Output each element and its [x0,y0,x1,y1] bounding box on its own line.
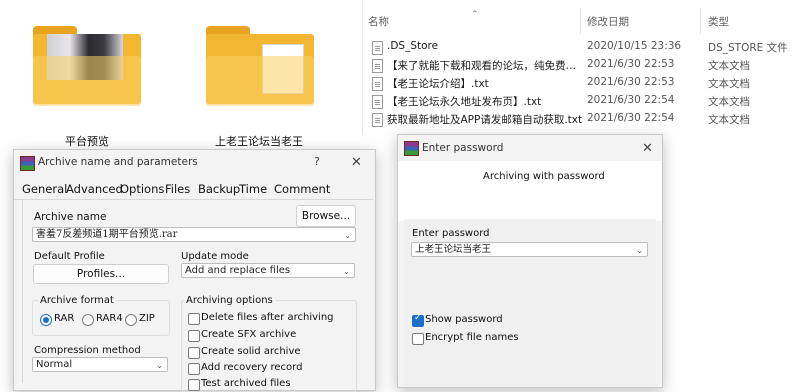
winrar-icon [20,156,35,171]
create-solid-label[interactable]: Create solid archive [201,346,301,357]
profiles-button[interactable]: Profiles... [33,264,169,284]
default-profile-label: Default Profile [34,251,105,262]
file-date: 2020/10/15 23:36 [587,40,682,52]
update-mode-select[interactable]: Add and replace files ⌄ [181,263,355,278]
recovery-record-checkbox[interactable] [188,363,200,375]
archive-name-combo[interactable]: 害羞7反差频道1期平台预览.rar ⌄ [32,227,356,242]
chevron-down-icon: ⌄ [344,231,351,240]
file-type: 文本文档 [708,78,750,90]
enter-password-label: Enter password [412,228,490,239]
show-password-label[interactable]: Show password [425,314,503,325]
browse-button[interactable]: Browse... [296,205,356,227]
dialog-title: Archive name and parameters [38,156,198,168]
show-password-checkbox[interactable] [412,313,424,327]
file-date: 2021/6/30 22:53 [587,58,675,70]
archive-name-value: 害羞7反差频道1期平台预览.rar [36,229,178,240]
delete-files-label[interactable]: Delete files after archiving [201,312,334,323]
file-type: DS_STORE 文件 [708,42,788,54]
chevron-down-icon: ⌄ [636,246,643,255]
details-view: 名称 ⌃ 修改日期 类型 .DS_Store 2020/10/15 23:36 … [363,0,800,135]
winrar-icon [404,141,419,156]
column-divider[interactable] [580,8,581,34]
chevron-down-icon: ⌄ [156,361,163,370]
file-date: 2021/6/30 22:54 [587,112,675,124]
folder-icon[interactable] [206,26,314,106]
close-icon[interactable]: ✕ [642,141,653,156]
file-type: 文本文档 [708,96,750,108]
panel-border [22,199,23,383]
dialog-titlebar[interactable]: Enter password ✕ [398,135,662,161]
folder-label[interactable]: 平台预览 [17,133,157,149]
update-mode-label: Update mode [181,251,249,262]
file-name: .DS_Store [387,40,439,52]
format-zip-radio[interactable] [125,314,137,326]
compression-method-select[interactable]: Normal ⌄ [32,357,168,372]
format-zip-label[interactable]: ZIP [139,313,155,324]
format-rar-radio[interactable] [40,314,52,326]
file-name: 【老王论坛介绍】.txt [387,78,489,90]
format-rar4-radio[interactable] [82,314,94,326]
create-sfx-checkbox[interactable] [188,330,200,342]
icon-view-panel: 平台预览 上老王论坛当老王 [0,0,362,150]
chevron-down-icon: ⌄ [343,267,350,276]
file-icon [372,41,383,55]
tab-options[interactable]: Options [120,182,164,196]
tab-divider [14,199,373,200]
create-sfx-label[interactable]: Create SFX archive [201,329,296,340]
file-name: 【老王论坛永久地址发布页】.txt [387,96,542,108]
folder-icon[interactable] [33,26,141,106]
column-header-type[interactable]: 类型 [708,14,729,29]
column-header-date[interactable]: 修改日期 [587,14,629,29]
delete-files-checkbox[interactable] [188,313,200,325]
tab-advanced[interactable]: Advanced [66,182,123,196]
folder-label[interactable]: 上老王论坛当老王 [189,133,329,149]
file-row[interactable]: 获取最新地址及APP请发邮箱自动获取.txt 2021/6/30 22:54 文… [363,111,800,129]
file-row[interactable]: 【老王论坛介绍】.txt 2021/6/30 22:53 文本文档 [363,75,800,93]
file-type: 文本文档 [708,60,750,72]
test-files-checkbox[interactable] [188,379,200,391]
text-file-icon [372,95,383,109]
help-icon[interactable]: ? [314,155,320,168]
password-dialog: Enter password ✕ Archiving with password… [397,134,663,388]
tab-comment[interactable]: Comment [274,182,330,196]
tab-files[interactable]: Files [165,182,190,196]
archiving-with-password-heading: Archiving with password [483,171,605,182]
archiving-options-label: Archiving options [184,295,275,306]
file-date: 2021/6/30 22:53 [587,76,675,88]
encrypt-file-names-label[interactable]: Encrypt file names [425,332,519,343]
archive-name-label: Archive name [34,211,107,223]
text-file-icon [372,59,383,73]
file-name: 获取最新地址及APP请发邮箱自动获取.txt [387,114,583,126]
file-date: 2021/6/30 22:54 [587,94,675,106]
text-file-icon [372,113,383,127]
file-row[interactable]: .DS_Store 2020/10/15 23:36 DS_STORE 文件 [363,39,800,57]
create-solid-checkbox[interactable] [188,347,200,359]
tab-general[interactable]: General [22,182,67,196]
close-icon[interactable]: ✕ [351,155,362,170]
tab-backup[interactable]: Backup [198,182,240,196]
archive-format-label: Archive format [38,295,116,306]
format-rar-label[interactable]: RAR [54,313,74,324]
dialog-title: Enter password [422,142,504,154]
password-value: 上老王论坛当老王 [415,244,492,255]
compression-method-label: Compression method [34,345,141,356]
update-mode-value: Add and replace files [185,265,291,276]
text-file-icon [372,77,383,91]
sort-up-icon: ⌃ [471,10,479,20]
file-name: 【来了就能下载和观看的论坛，纯免费！… [387,60,583,72]
compression-method-value: Normal [36,359,73,370]
test-files-label[interactable]: Test archived files [201,378,291,389]
encrypt-file-names-checkbox[interactable] [412,333,424,345]
column-header-name[interactable]: 名称 [368,14,389,29]
column-divider[interactable] [700,8,701,34]
file-row[interactable]: 【来了就能下载和观看的论坛，纯免费！… 2021/6/30 22:53 文本文档 [363,57,800,75]
recovery-record-label[interactable]: Add recovery record [201,362,302,373]
dialog-header [398,161,662,221]
format-rar4-label[interactable]: RAR4 [96,313,123,324]
file-type: 文本文档 [708,114,750,126]
password-input[interactable]: 上老王论坛当老王 ⌄ [411,242,648,257]
file-row[interactable]: 【老王论坛永久地址发布页】.txt 2021/6/30 22:54 文本文档 [363,93,800,111]
tab-time[interactable]: Time [239,182,267,196]
dialog-titlebar[interactable]: Archive name and parameters ? ✕ [14,150,375,176]
